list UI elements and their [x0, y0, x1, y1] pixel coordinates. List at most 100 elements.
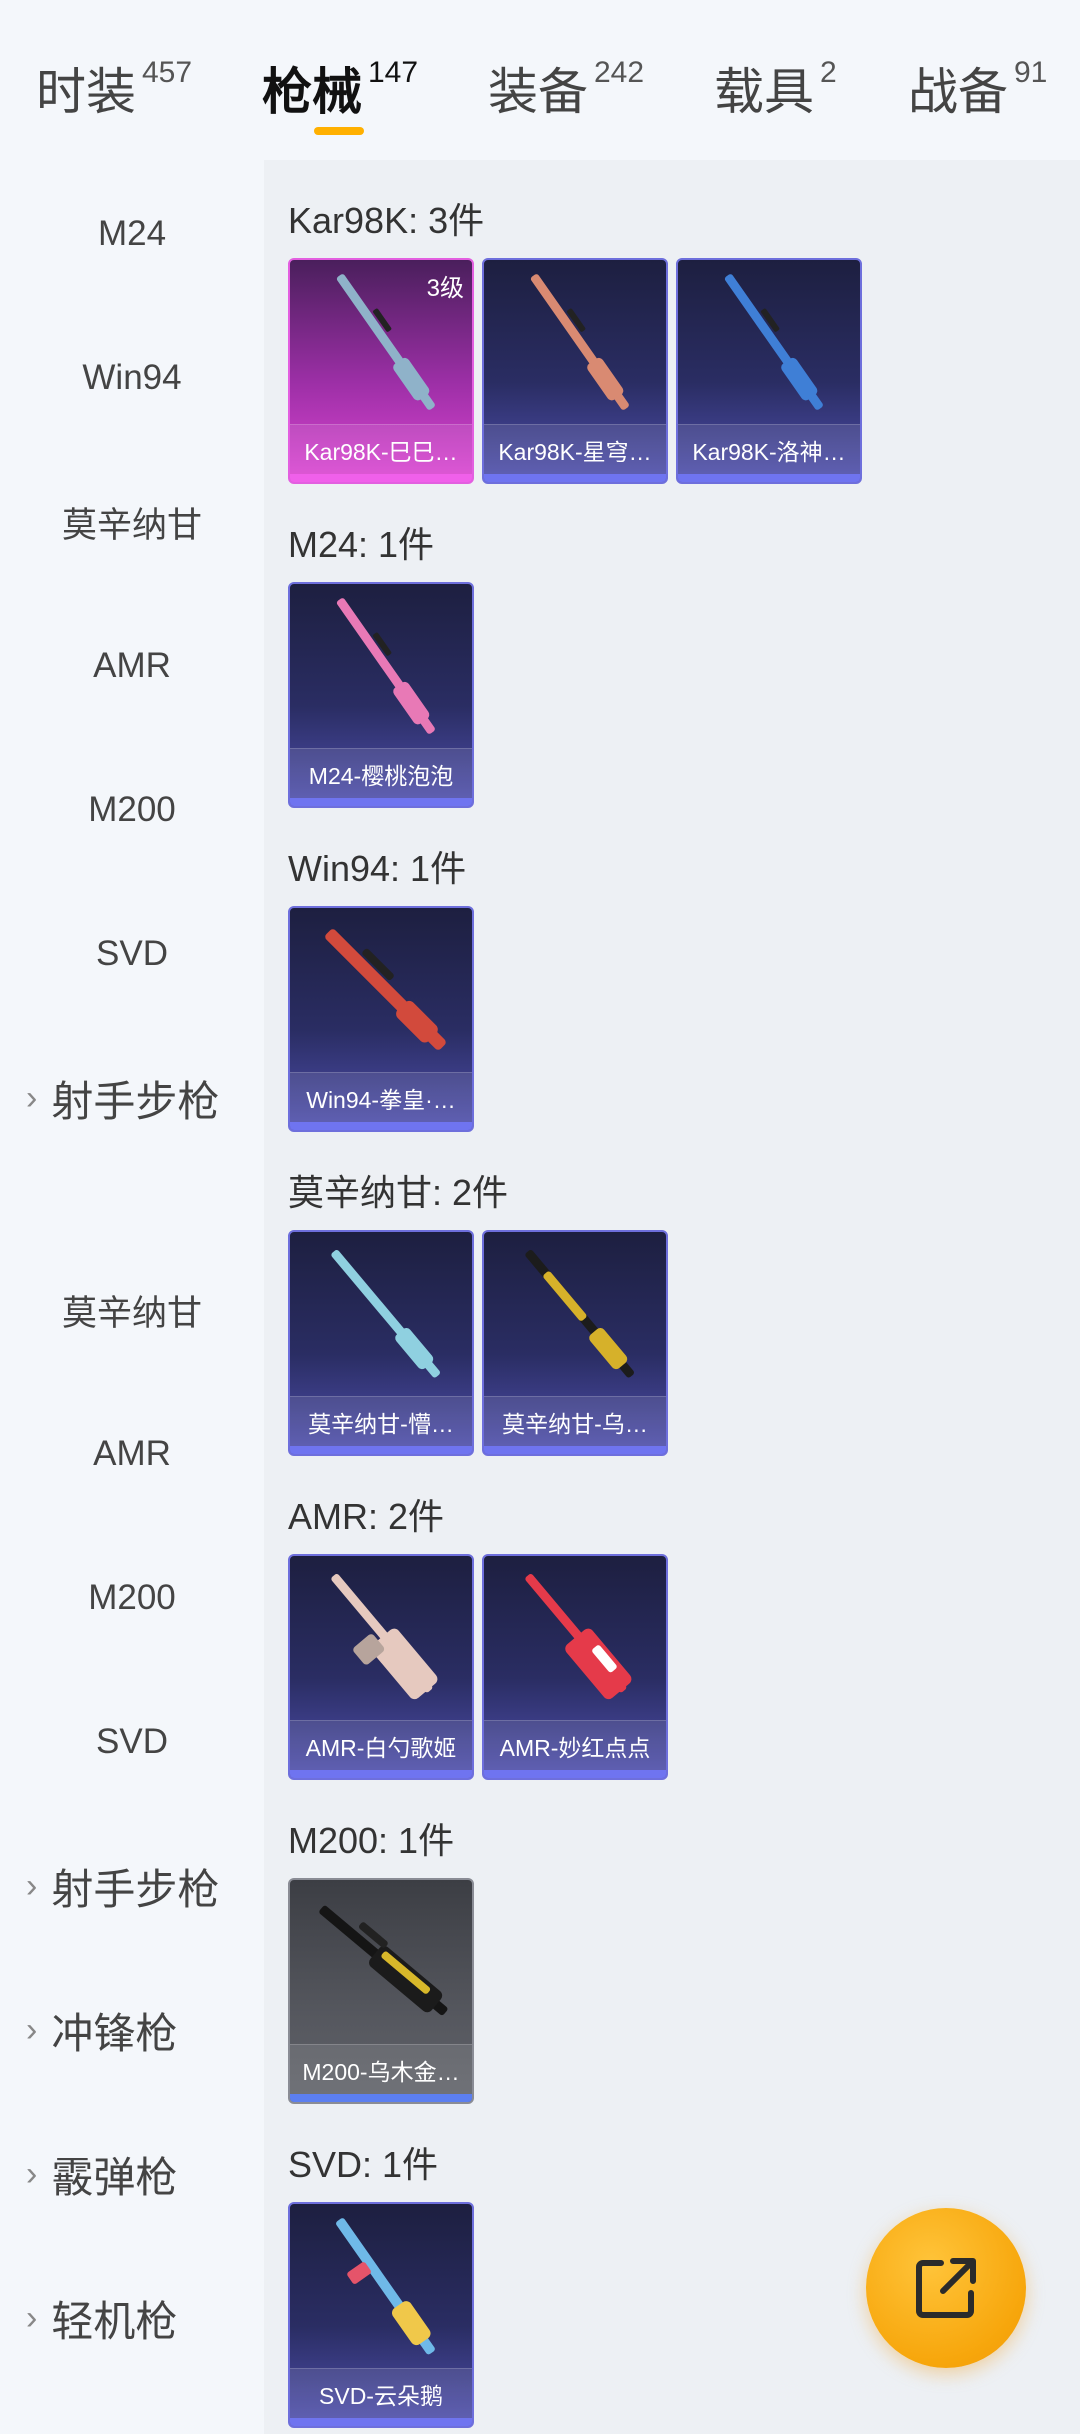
rarity-bar [290, 1770, 472, 1778]
section-title: SVD: 1件 [288, 2144, 439, 2185]
share-external-icon [916, 2258, 976, 2318]
tab-supplies[interactable]: 战备 91 [908, 52, 1047, 124]
sidebar-item-label: AMR [93, 1434, 171, 1473]
skin-card[interactable]: M24-樱桃泡泡 [288, 582, 474, 808]
sidebar-group-smg[interactable]: › 冲锋枪 [0, 1980, 264, 2080]
tab-count: 2 [820, 56, 837, 89]
sidebar-item-label: 射手步枪 [51, 1077, 220, 1125]
tab-fashion[interactable]: 时装 457 [36, 52, 192, 124]
share-button[interactable] [866, 2208, 1026, 2368]
skin-name: AMR-白勺歌姬 [290, 1720, 472, 1770]
sidebar-group-marksman[interactable]: › 射手步枪 [0, 1048, 264, 1148]
rifle-icon [319, 1905, 448, 2016]
rifle-icon [336, 2218, 435, 2355]
skin-name: M24-樱桃泡泡 [290, 748, 472, 798]
skin-card[interactable]: Kar98K-星穹… [482, 258, 668, 484]
sidebar-item-label: 莫辛纳甘 [61, 1293, 202, 1333]
weapon-category-sidebar: M24 Win94 莫辛纳甘 AMR M200 SVD › 射手步枪 莫辛纳甘 … [0, 160, 264, 2434]
skin-name: SVD-云朵鹅 [290, 2368, 472, 2418]
rifle-icon [331, 1574, 438, 1700]
sidebar-item-label: 射手步枪 [51, 1865, 220, 1913]
sidebar-item-label: M200 [88, 1578, 176, 1617]
skin-name: Kar98K-巳巳… [290, 424, 472, 474]
sidebar-item-m200[interactable]: M200 [0, 760, 264, 860]
tab-equipment[interactable]: 装备 242 [488, 52, 644, 124]
tab-firearms[interactable]: 枪械 147 [262, 52, 418, 124]
skin-card[interactable]: M200-乌木金… [288, 1878, 474, 2104]
rifle-icon [530, 274, 629, 410]
sidebar-item-label: 霰弹枪 [51, 2153, 178, 2201]
sidebar-item-mosin[interactable]: 莫辛纳甘 [0, 472, 264, 572]
tab-label: 战备 [908, 64, 1008, 120]
active-tab-indicator [314, 127, 364, 135]
skin-card[interactable]: AMR-妙红点点 [482, 1554, 668, 1780]
skin-name: M200-乌木金… [290, 2044, 472, 2094]
tab-label: 载具 [714, 64, 814, 120]
sidebar-item-win94[interactable]: Win94 [0, 328, 264, 428]
rifle-icon [325, 929, 446, 1050]
sidebar-item-amr[interactable]: AMR [0, 1404, 264, 1504]
sidebar-item-label: M200 [88, 790, 176, 829]
skin-card[interactable]: AMR-白勺歌姬 [288, 1554, 474, 1780]
skin-name: 莫辛纳甘-乌… [484, 1396, 666, 1446]
sidebar-item-label: M24 [97, 214, 167, 253]
skin-card[interactable]: SVD-云朵鹅 [288, 2202, 474, 2428]
skin-name: Win94-拳皇·… [290, 1072, 472, 1122]
skin-card[interactable]: 3级 Kar98K-巳巳… [288, 258, 474, 484]
sidebar-group-marksman[interactable]: › 射手步枪 [0, 1836, 264, 1936]
chevron-right-icon: › [26, 1866, 38, 1905]
section-title: M200: 1件 [288, 1820, 455, 1861]
section-title: Win94: 1件 [288, 848, 467, 889]
rifle-icon [724, 274, 823, 410]
skin-card[interactable]: Kar98K-洛神… [676, 258, 862, 484]
skin-card[interactable]: 莫辛纳甘-乌… [482, 1230, 668, 1456]
sidebar-item-m24[interactable]: M24 [0, 184, 264, 284]
tab-label: 装备 [488, 64, 588, 120]
tab-count: 457 [142, 56, 193, 89]
tab-label: 时装 [36, 64, 136, 120]
tab-label: 枪械 [262, 64, 362, 120]
rarity-bar [290, 2094, 472, 2102]
rifle-icon [331, 1250, 440, 1378]
rarity-bar [678, 474, 860, 482]
sidebar-item-label: AMR [93, 646, 171, 685]
rarity-bar [484, 1770, 666, 1778]
rifle-icon [525, 1250, 634, 1378]
sidebar-item-label: 轻机枪 [51, 2297, 178, 2345]
section-title: Kar98K: 3件 [288, 200, 485, 241]
rarity-bar [290, 1446, 472, 1454]
tab-count: 91 [1014, 56, 1048, 89]
sidebar-item-label: Win94 [82, 358, 182, 397]
rarity-bar [290, 2418, 472, 2426]
sidebar-group-pistol[interactable]: › 手枪 [0, 2412, 264, 2434]
rarity-bar [484, 1446, 666, 1454]
section-title: AMR: 2件 [288, 1496, 445, 1537]
tab-count: 242 [594, 56, 645, 89]
skin-name: 莫辛纳甘-懵… [290, 1396, 472, 1446]
rifle-icon [336, 598, 435, 734]
category-tabs: 时装 457 枪械 147 装备 242 载具 2 战备 91 [0, 0, 1080, 160]
skin-name: AMR-妙红点点 [484, 1720, 666, 1770]
rarity-bar [290, 1122, 472, 1130]
rarity-bar [290, 474, 472, 482]
sidebar-item-amr[interactable]: AMR [0, 616, 264, 716]
sidebar-group-lmg[interactable]: › 轻机枪 [0, 2268, 264, 2368]
rifle-icon [525, 1574, 632, 1700]
rarity-bar [290, 798, 472, 806]
skin-card[interactable]: Win94-拳皇·… [288, 906, 474, 1132]
tab-vehicles[interactable]: 载具 2 [714, 52, 837, 124]
sidebar-item-label: 莫辛纳甘 [61, 505, 202, 545]
skin-name: Kar98K-星穹… [484, 424, 666, 474]
skin-name: Kar98K-洛神… [678, 424, 860, 474]
section-title: 莫辛纳甘: 2件 [288, 1172, 509, 1213]
sidebar-group-shotgun[interactable]: › 霰弹枪 [0, 2124, 264, 2224]
chevron-right-icon: › [26, 2298, 38, 2337]
tab-count: 147 [368, 56, 419, 89]
chevron-right-icon: › [26, 2154, 38, 2193]
sidebar-item-m200[interactable]: M200 [0, 1548, 264, 1648]
sidebar-item-mosin[interactable]: 莫辛纳甘 [0, 1260, 264, 1360]
sidebar-item-svd[interactable]: SVD [0, 1692, 264, 1792]
chevron-right-icon: › [26, 1078, 38, 1117]
sidebar-item-svd[interactable]: SVD [0, 904, 264, 1004]
skin-card[interactable]: 莫辛纳甘-懵… [288, 1230, 474, 1456]
